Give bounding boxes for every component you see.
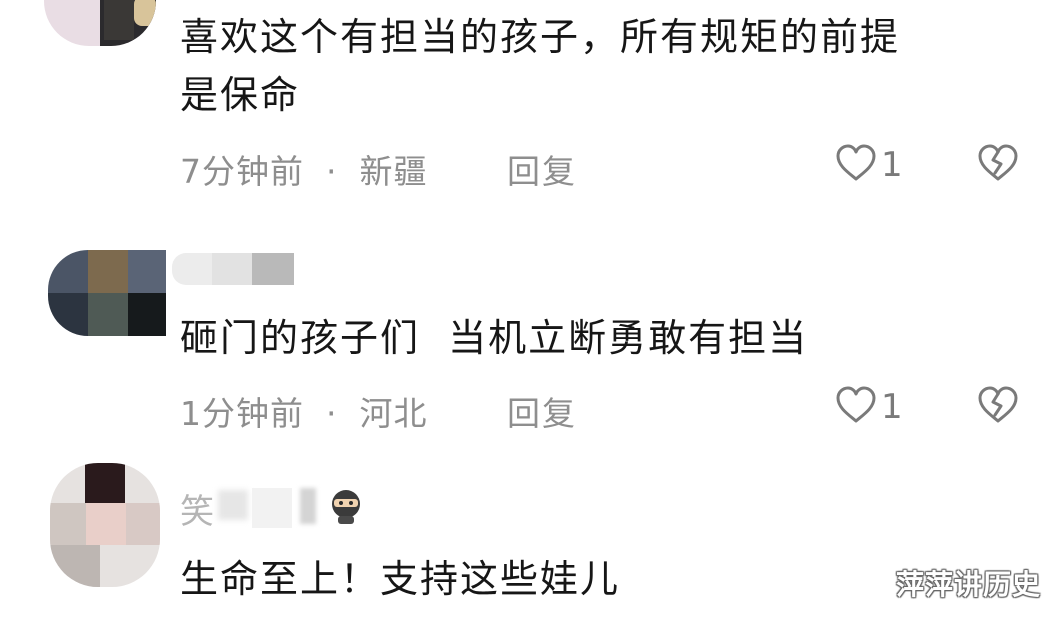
- like-count: 1: [881, 145, 903, 185]
- like-button[interactable]: 1: [835, 385, 903, 429]
- comment-location: 新疆: [359, 152, 428, 191]
- comment-meta: 1分钟前 · 河北: [180, 387, 428, 435]
- avatar[interactable]: [50, 463, 160, 587]
- broken-heart-icon: [976, 386, 1020, 429]
- heart-outline-icon: [835, 385, 877, 429]
- comment-text-line: 生命至上！支持这些娃儿: [180, 557, 621, 601]
- reply-button[interactable]: 回复: [507, 145, 577, 193]
- username[interactable]: 笑: [180, 484, 392, 530]
- comment-time: 7分钟前: [180, 152, 304, 191]
- username[interactable]: [172, 253, 294, 285]
- meta-separator: ·: [326, 152, 338, 191]
- dislike-button[interactable]: [976, 143, 1020, 187]
- comment-text: 喜欢这个有担当的孩子，所有规矩的前提 是保命: [180, 8, 900, 124]
- meta-separator: ·: [326, 394, 338, 433]
- dislike-button[interactable]: [976, 385, 1020, 429]
- comment-text-line: 喜欢这个有担当的孩子，所有规矩的前提: [180, 15, 901, 59]
- reply-button[interactable]: 回复: [507, 387, 577, 435]
- comment-text-line: 是保命: [180, 73, 301, 117]
- comment-meta: 7分钟前 · 新疆: [180, 145, 428, 193]
- comment-time: 1分钟前: [180, 394, 304, 433]
- avatar[interactable]: [48, 250, 166, 336]
- comment-text: 生命至上！支持这些娃儿: [180, 550, 620, 608]
- broken-heart-icon: [976, 144, 1020, 187]
- ninja-emoji-icon: [328, 488, 364, 528]
- like-count: 1: [881, 387, 903, 427]
- watermark: 萍萍讲历史: [896, 568, 1042, 601]
- comment-location: 河北: [359, 394, 428, 433]
- username-text: 笑: [180, 492, 214, 530]
- avatar[interactable]: [44, 0, 156, 46]
- comment-text: 砸门的孩子们 当机立断勇敢有担当: [180, 309, 808, 367]
- like-button[interactable]: 1: [835, 143, 903, 187]
- comment-text-line: 砸门的孩子们 当机立断勇敢有担当: [180, 316, 809, 360]
- heart-outline-icon: [835, 143, 877, 187]
